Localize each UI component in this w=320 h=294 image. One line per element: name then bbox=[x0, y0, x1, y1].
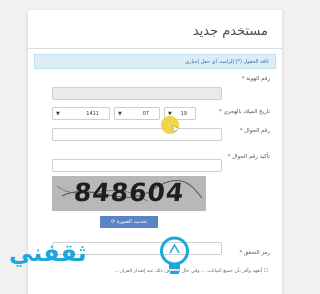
birth-year-value: 1411 bbox=[86, 111, 99, 117]
title-divider bbox=[28, 48, 282, 49]
confirm-mobile-field[interactable] bbox=[52, 159, 222, 172]
chevron-down-icon: ▼ bbox=[118, 111, 122, 117]
chevron-down-icon: ▼ bbox=[56, 111, 60, 117]
birth-month-value: 07 bbox=[142, 111, 149, 117]
page-title: مستخدم جديد bbox=[192, 24, 268, 39]
mobile-label: رقم الجوال * bbox=[239, 128, 270, 134]
birth-year-select[interactable]: 1411 ▼ bbox=[52, 107, 110, 120]
mobile-field[interactable] bbox=[52, 128, 222, 141]
birthdate-label: تاريخ الميلاد بالهجري * bbox=[218, 109, 270, 115]
birth-month-select[interactable]: 07 ▼ bbox=[114, 107, 160, 120]
confirm-mobile-label: تأكيد رقم الجوال * bbox=[227, 154, 270, 160]
refresh-captcha-button[interactable]: ⟳ تحديث الصورة bbox=[100, 216, 158, 228]
refresh-label: تحديث الصورة bbox=[116, 219, 147, 225]
verification-code-label: رمز التحقق * bbox=[239, 250, 270, 256]
captcha-code: 848604 bbox=[72, 178, 186, 207]
id-number-label: رقم الهوية * bbox=[241, 76, 270, 82]
lightbulb-icon bbox=[160, 236, 189, 274]
id-number-field[interactable] bbox=[52, 87, 222, 100]
captcha-image: 848604 bbox=[52, 176, 206, 211]
birth-day-value: 19 bbox=[180, 111, 187, 117]
info-banner: كافة الحقول (*) إلزامية، أي حقل إجباري bbox=[34, 54, 276, 69]
watermark-logo: ثقفني bbox=[9, 239, 87, 267]
mouse-pointer-icon: ➤ bbox=[171, 124, 180, 135]
